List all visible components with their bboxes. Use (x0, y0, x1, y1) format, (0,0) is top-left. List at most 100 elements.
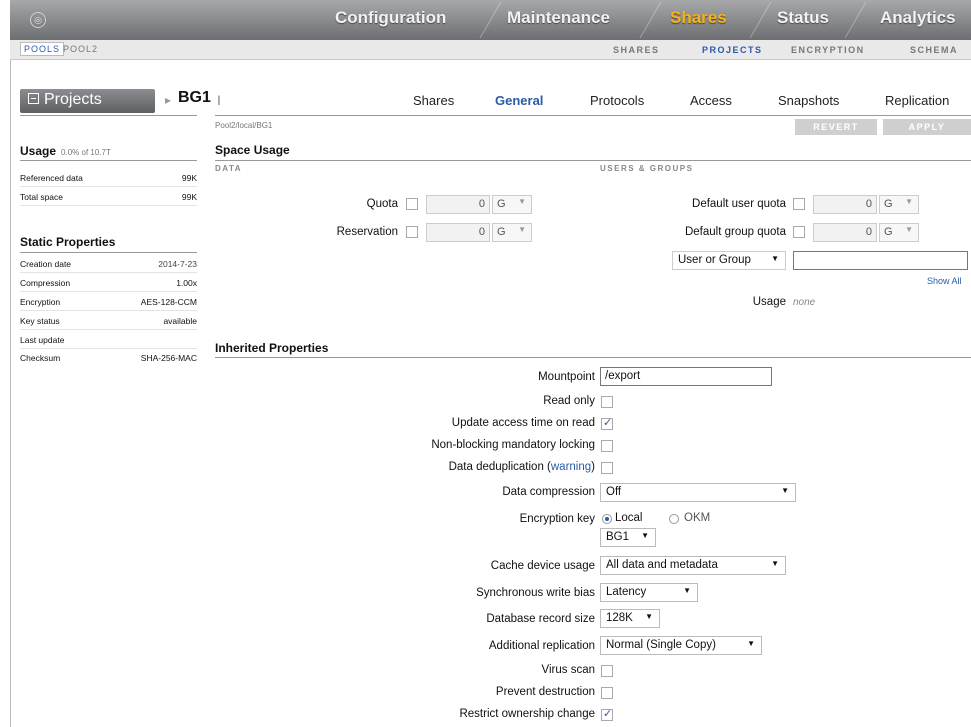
tab-access[interactable]: Access (690, 93, 732, 108)
reservation-checkbox[interactable] (406, 226, 418, 238)
tab-general[interactable]: General (495, 93, 543, 108)
static-key: Last update (20, 335, 65, 345)
divider (215, 160, 971, 161)
default-user-quota-input[interactable]: 0 (813, 195, 877, 214)
nav-tab-configuration[interactable]: Configuration (335, 8, 446, 28)
data-compression-label: Data compression (502, 486, 595, 498)
usage-title: Usage (20, 144, 57, 158)
projects-button[interactable]: Projects (20, 89, 155, 113)
nav-tab-shares[interactable]: Shares (670, 8, 727, 28)
static-key: Checksum (20, 353, 61, 363)
nav-tab-status[interactable]: Status (777, 8, 829, 28)
nav-separator (639, 2, 662, 38)
additional-replication-select[interactable]: Normal (Single Copy) ▼ (600, 636, 762, 655)
default-group-quota-unit: G (884, 226, 893, 238)
nav-tab-analytics[interactable]: Analytics (880, 8, 956, 28)
tab-shares[interactable]: Shares (413, 93, 454, 108)
restrict-ownership-checkbox[interactable] (601, 707, 613, 721)
default-group-quota-input[interactable]: 0 (813, 223, 877, 242)
sync-write-bias-label: Synchronous write bias (476, 587, 595, 599)
update-access-time-label: Update access time on read (451, 417, 595, 429)
default-user-quota-unit-select[interactable]: G ▼ (879, 195, 919, 214)
data-deduplication-checkbox[interactable] (601, 462, 613, 474)
cache-device-usage-label: Cache device usage (490, 560, 595, 572)
additional-replication-label: Additional replication (488, 640, 595, 652)
data-deduplication-label: Data deduplication (warning) (300, 461, 595, 473)
encryption-okm-label: OKM (684, 512, 711, 524)
reservation-unit-select[interactable]: G ▼ (492, 223, 532, 242)
default-user-quota-unit: G (884, 198, 893, 210)
static-value: available (163, 316, 197, 326)
usage-key: Referenced data (20, 173, 83, 183)
sub-link-shares[interactable]: SHARES (613, 45, 660, 55)
apply-button[interactable]: APPLY (883, 119, 971, 135)
default-group-quota-checkbox[interactable] (793, 226, 805, 238)
breadcrumb-arrow-icon: ▸ (165, 93, 172, 107)
static-row-creation-date: Creation date 2014-7-23 (20, 256, 197, 273)
reservation-unit-label: G (497, 226, 506, 238)
user-or-group-select[interactable]: User or Group ▼ (672, 251, 786, 270)
usage-row-referenced: Referenced data 99K (20, 170, 197, 187)
prevent-destruction-label: Prevent destruction (495, 686, 595, 698)
data-compression-value: Off (606, 486, 622, 498)
collapse-icon (28, 93, 39, 104)
default-user-quota-label: Default user quota (692, 198, 786, 210)
sync-write-bias-select[interactable]: Latency ▼ (600, 583, 698, 602)
sub-link-projects[interactable]: PROJECTS (702, 45, 763, 55)
text-cursor-icon: I (217, 92, 221, 108)
data-compression-select[interactable]: Off ▼ (600, 483, 796, 502)
prevent-destruction-checkbox[interactable] (601, 687, 613, 699)
mountpoint-label: Mountpoint (538, 371, 595, 383)
pool-tab-pool2[interactable]: POOL2 (60, 43, 101, 55)
encryption-local-radio[interactable] (602, 514, 612, 524)
sync-write-bias-value: Latency (606, 586, 647, 598)
sub-link-schema[interactable]: SCHEMA (910, 45, 958, 55)
non-blocking-locking-checkbox[interactable] (601, 440, 613, 452)
quota-checkbox[interactable] (406, 198, 418, 210)
usage-value: none (793, 297, 816, 308)
static-row-last-update: Last update (20, 332, 197, 349)
revert-button[interactable]: REVERT (795, 119, 877, 135)
tab-replication[interactable]: Replication (885, 93, 949, 108)
default-group-quota-label: Default group quota (684, 226, 786, 238)
restrict-ownership-label: Restrict ownership change (459, 708, 595, 720)
static-row-checksum: Checksum SHA-256-MAC (20, 350, 197, 367)
default-group-quota-unit-select[interactable]: G ▼ (879, 223, 919, 242)
dedup-warning-link[interactable]: warning (551, 461, 591, 473)
user-or-group-input[interactable] (793, 251, 968, 270)
encryption-okm-radio[interactable] (669, 514, 679, 524)
tab-protocols[interactable]: Protocols (590, 93, 644, 108)
read-only-checkbox[interactable] (601, 396, 613, 408)
quota-unit-select[interactable]: G ▼ (492, 195, 532, 214)
usage-key: Total space (20, 192, 63, 202)
content-left-border (10, 60, 11, 727)
update-access-time-checkbox[interactable] (601, 416, 613, 430)
encryption-key-select[interactable]: BG1 ▼ (600, 528, 656, 547)
chevron-down-icon: ▼ (645, 612, 653, 621)
reservation-value-input[interactable]: 0 (426, 223, 490, 242)
nav-tab-maintenance[interactable]: Maintenance (507, 8, 610, 28)
mountpoint-input[interactable]: /export (600, 367, 772, 386)
quota-value-input[interactable]: 0 (426, 195, 490, 214)
static-properties-title: Static Properties (20, 235, 116, 249)
nav-separator (749, 2, 772, 38)
logo-icon[interactable]: ◎ (30, 12, 46, 28)
divider (215, 357, 971, 358)
default-user-quota-checkbox[interactable] (793, 198, 805, 210)
read-only-label: Read only (543, 395, 595, 407)
divider (20, 115, 197, 116)
dedup-prefix: Data deduplication ( (448, 461, 551, 473)
usage-heading: Usage 0.0% of 10.7T (20, 144, 111, 158)
record-size-select[interactable]: 128K ▼ (600, 609, 660, 628)
show-all-link[interactable]: Show All (927, 276, 962, 286)
users-groups-caption: USERS & GROUPS (600, 164, 694, 173)
user-or-group-label: User or Group (678, 254, 751, 266)
static-value: AES-128-CCM (140, 297, 197, 307)
cache-device-usage-select[interactable]: All data and metadata ▼ (600, 556, 786, 575)
encryption-local-label: Local (615, 512, 643, 524)
virus-scan-checkbox[interactable] (601, 665, 613, 677)
tab-snapshots[interactable]: Snapshots (778, 93, 839, 108)
pool-tab-pools[interactable]: POOLS (20, 42, 65, 56)
static-value: SHA-256-MAC (140, 353, 197, 363)
sub-link-encryption[interactable]: ENCRYPTION (791, 45, 865, 55)
